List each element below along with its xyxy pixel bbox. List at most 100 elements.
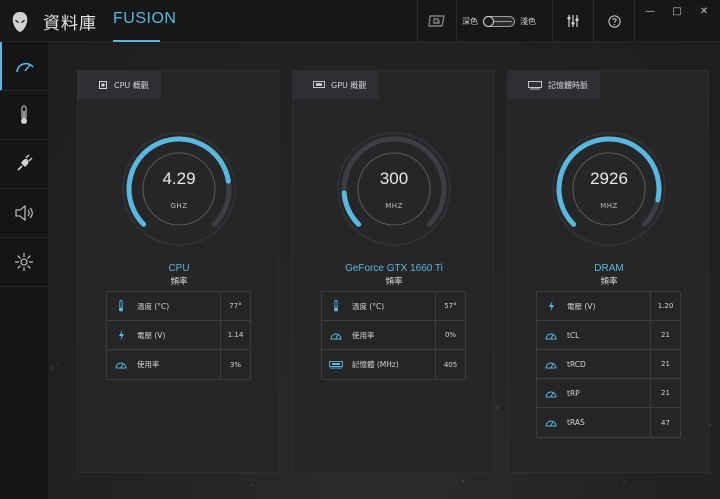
help-button[interactable] xyxy=(594,0,634,42)
lightning-icon xyxy=(537,300,565,312)
table-row: tRP 21 xyxy=(537,379,680,408)
device-name: CPU xyxy=(168,263,190,274)
background-speckle xyxy=(427,476,429,477)
gauge-outer-ring xyxy=(122,132,236,246)
speedometer-icon xyxy=(537,331,565,340)
stat-value: 1.20 xyxy=(650,292,680,320)
stat-label: tRCD xyxy=(567,359,586,369)
cpu-stats-table: 溫度 (°C) 77° 電壓 (V) 1.14 使用率 3% xyxy=(106,291,251,380)
background-speckle xyxy=(495,406,499,409)
gauge-unit: GHZ xyxy=(170,202,188,210)
gauge-unit: MHZ xyxy=(600,202,618,210)
memory-stats-table: 電壓 (V) 1.20 tCL 21 tRCD 21 tRP 21 tRAS 4… xyxy=(536,291,681,438)
power-plug-icon xyxy=(17,154,33,171)
table-row: 電壓 (V) 1.14 xyxy=(107,321,250,350)
g-shift-icon xyxy=(428,15,445,27)
table-row: tRCD 21 xyxy=(537,350,680,379)
main-content: CPU 概觀 4.29 GHZ CPU 頻率 溫度 (°C) 77° 電壓 (V… xyxy=(48,42,720,499)
memory-panel-tab[interactable]: 記憶體時脈 xyxy=(508,71,600,99)
sidebar-item-thermal[interactable] xyxy=(0,91,48,139)
stat-label: 溫度 (°C) xyxy=(137,301,170,311)
stat-label: tCL xyxy=(567,330,580,340)
sidebar-item-power[interactable] xyxy=(0,140,48,188)
lighting-icon xyxy=(15,253,33,271)
background-speckle xyxy=(461,480,464,482)
table-row: 使用率 0% xyxy=(322,321,465,350)
gauge-ring xyxy=(337,132,451,246)
background-speckle xyxy=(644,487,646,489)
background-speckle xyxy=(64,425,66,427)
stat-label: 電壓 (V) xyxy=(567,301,596,311)
stat-value: 77° xyxy=(220,292,250,320)
background-speckle xyxy=(57,447,59,449)
gpu-panel: GPU 概觀 300 MHZ GeForce GTX 1660 Ti 頻率 溫度… xyxy=(292,70,494,473)
memory-frequency-gauge: 2926 MHZ xyxy=(551,131,667,247)
gauge-value: 2926 xyxy=(590,169,628,188)
gauge-ring xyxy=(122,132,236,246)
theme-toggle[interactable] xyxy=(483,15,515,27)
gpu-panel-tab[interactable]: GPU 概觀 xyxy=(293,71,379,99)
game-mode-button[interactable] xyxy=(418,0,456,42)
sliders-icon xyxy=(567,15,579,27)
theme-dark-label: 深色 xyxy=(462,16,478,26)
stat-label: tRP xyxy=(567,388,580,398)
sidebar-item-overview[interactable] xyxy=(0,42,48,90)
theme-light-label: 淺色 xyxy=(520,16,536,26)
speedometer-icon xyxy=(322,331,350,340)
sidebar-item-audio[interactable] xyxy=(0,189,48,237)
panel-title: CPU 概觀 xyxy=(114,80,149,90)
speedometer-icon xyxy=(537,360,565,369)
gauge-value: 300 xyxy=(379,169,409,188)
stat-value: 47 xyxy=(650,408,680,437)
background-speckle xyxy=(53,440,54,441)
toggle-knob[interactable] xyxy=(483,15,494,27)
cpu-panel: CPU 概觀 4.29 GHZ CPU 頻率 溫度 (°C) 77° 電壓 (V… xyxy=(77,70,279,473)
device-name: GeForce GTX 1660 Ti xyxy=(345,263,443,274)
toolbar-divider xyxy=(456,0,457,42)
title-bar: 資料庫 FUSION 深色 淺色 — □ ✕ xyxy=(0,0,720,42)
table-row: 使用率 3% xyxy=(107,350,250,379)
background-speckle xyxy=(283,349,285,351)
gauge-unit: MHZ xyxy=(385,202,403,210)
sidebar-item-lighting[interactable] xyxy=(0,238,48,286)
background-speckle xyxy=(278,475,280,477)
gauge-outer-ring xyxy=(337,132,451,246)
tab-fusion[interactable]: FUSION xyxy=(113,10,176,28)
stat-value: 405 xyxy=(435,350,465,379)
stat-value: 3% xyxy=(220,350,250,379)
memory-panel: 記憶體時脈 2926 MHZ DRAM 頻率 電壓 (V) 1.20 tCL 2… xyxy=(507,70,709,473)
gauge-icon xyxy=(16,62,34,73)
cpu-panel-tab[interactable]: CPU 概觀 xyxy=(78,71,161,99)
minimize-button[interactable]: — xyxy=(640,4,660,18)
stat-value: 57° xyxy=(435,292,465,320)
app-title: 資料庫 xyxy=(43,14,97,34)
background-speckle xyxy=(265,485,267,487)
gpu-frequency-gauge: 300 MHZ xyxy=(336,131,452,247)
stat-label: 使用率 xyxy=(352,330,375,340)
background-speckle xyxy=(391,485,393,487)
background-speckle xyxy=(496,475,499,477)
device-metric-label: 頻率 xyxy=(170,277,188,287)
background-speckle xyxy=(681,475,683,477)
table-row: tRAS 47 xyxy=(537,408,680,437)
speaker-icon xyxy=(15,205,33,221)
thermometer-icon xyxy=(107,300,135,312)
maximize-button[interactable]: □ xyxy=(667,4,687,18)
table-row: 溫度 (°C) 77° xyxy=(107,292,250,321)
help-icon xyxy=(607,14,621,28)
table-row: tCL 21 xyxy=(537,321,680,350)
stat-label: tRAS xyxy=(567,418,585,427)
gpu-stats-table: 溫度 (°C) 57° 使用率 0% 記憶體 (MHz) 405 xyxy=(321,291,466,380)
panel-title: 記憶體時脈 xyxy=(548,80,588,90)
theme-switch[interactable]: 深色 淺色 xyxy=(462,0,548,42)
toolbar-divider xyxy=(634,0,635,42)
background-speckle xyxy=(66,391,68,393)
stat-value: 0% xyxy=(435,321,465,349)
background-speckle xyxy=(281,394,283,396)
background-speckle xyxy=(283,383,285,385)
cpu-frequency-gauge: 4.29 GHZ xyxy=(121,131,237,247)
lightning-icon xyxy=(107,329,135,341)
close-button[interactable]: ✕ xyxy=(694,4,714,18)
toggle-track xyxy=(494,20,512,22)
settings-button[interactable] xyxy=(553,0,593,42)
